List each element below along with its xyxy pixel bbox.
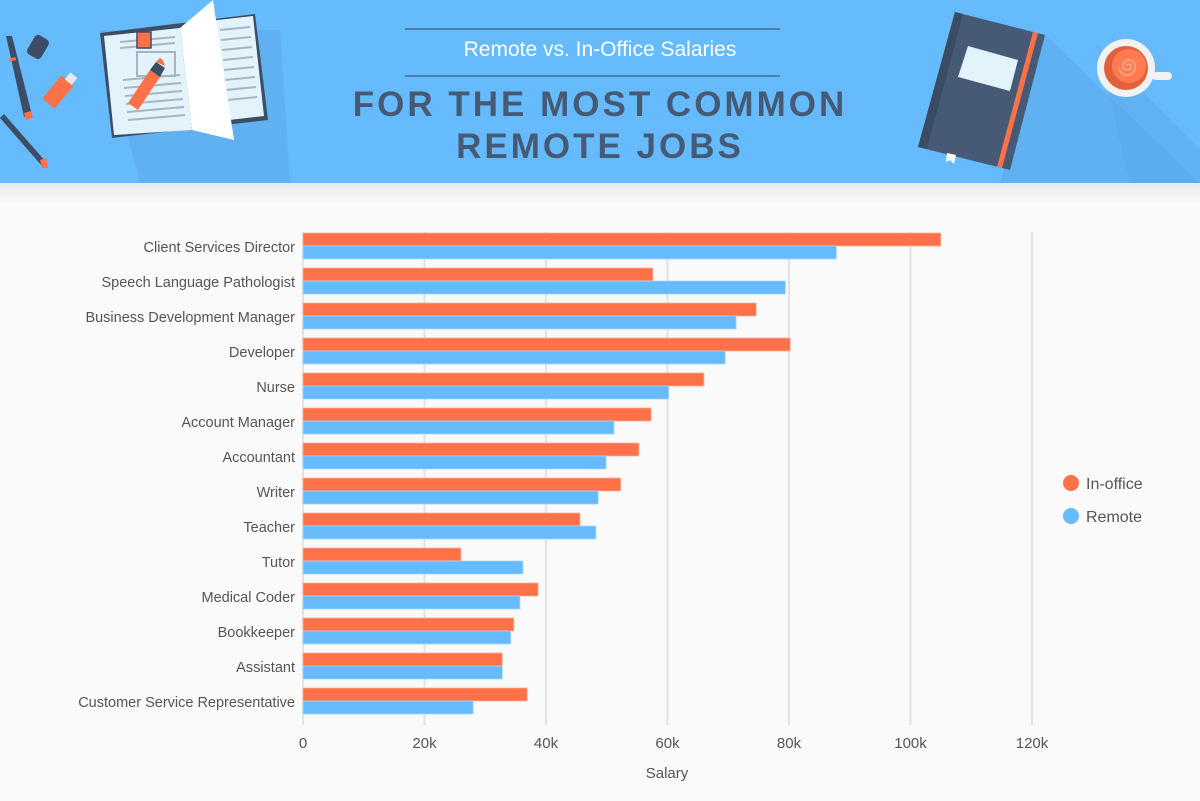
remote-bar — [302, 560, 524, 575]
x-tick-label: 20k — [412, 735, 437, 752]
category-label: Assistant — [236, 660, 295, 676]
chart-title: FOR THE MOST COMMON REMOTE JOBS — [300, 84, 900, 168]
header-shadow — [0, 183, 1200, 205]
legend: In-office Remote — [1063, 475, 1143, 526]
remote-bar — [302, 630, 512, 645]
in-office-bar — [302, 302, 757, 317]
category-label: Customer Service Representative — [78, 695, 295, 711]
remote-bar — [302, 700, 474, 715]
in-office-bar — [302, 547, 462, 562]
remote-bar — [302, 490, 599, 505]
category-label: Speech Language Pathologist — [102, 275, 296, 291]
category-label: Accountant — [222, 450, 295, 466]
desk-items-right — [918, 12, 1200, 183]
remote-bar — [302, 420, 615, 435]
title-rule-top — [405, 28, 780, 30]
remote-bar — [302, 350, 726, 365]
x-tick-label: 40k — [534, 735, 559, 752]
remote-bar — [302, 595, 521, 610]
category-label: Account Manager — [181, 415, 295, 431]
bars — [302, 232, 942, 715]
x-tick-label: 60k — [655, 735, 680, 752]
remote-bar — [302, 280, 786, 295]
in-office-bar — [302, 442, 640, 457]
category-label: Business Development Manager — [85, 310, 295, 326]
pen-cap-icon — [27, 34, 49, 60]
chart-subtitle: Remote vs. In-Office Salaries — [463, 38, 737, 61]
category-label: Bookkeeper — [218, 625, 296, 641]
title-line-1: FOR THE MOST COMMON — [352, 85, 848, 124]
category-label: Developer — [229, 345, 295, 361]
in-office-bar — [302, 232, 942, 247]
category-label: Teacher — [243, 520, 295, 536]
in-office-bar — [302, 687, 528, 702]
category-label: Client Services Director — [144, 240, 296, 256]
bar-chart: Client Services Director Speech Language … — [78, 232, 1143, 782]
open-book-icon — [100, 0, 268, 140]
remote-bar — [302, 245, 837, 260]
in-office-bar — [302, 337, 791, 352]
x-tick-label: 0 — [299, 735, 307, 752]
in-office-bar — [302, 582, 539, 597]
legend-label: Remote — [1086, 509, 1142, 526]
x-tick-label: 100k — [894, 735, 927, 752]
coffee-cup-icon — [1097, 39, 1172, 97]
category-label: Tutor — [262, 555, 295, 571]
category-labels: Client Services Director Speech Language … — [78, 240, 295, 711]
x-axis-label: Salary — [646, 765, 689, 782]
title-line-2: REMOTE JOBS — [456, 127, 744, 166]
usb-drive-icon — [43, 72, 78, 108]
category-label: Medical Coder — [202, 590, 296, 606]
pencil-icon — [0, 114, 48, 168]
legend-label: In-office — [1086, 476, 1143, 493]
x-tick-label: 80k — [777, 735, 802, 752]
remote-bar — [302, 665, 503, 680]
x-tick-label: 120k — [1016, 735, 1049, 752]
category-label: Writer — [257, 485, 296, 501]
remote-bar — [302, 385, 670, 400]
desk-items-left — [0, 0, 290, 183]
in-office-bar — [302, 267, 654, 282]
in-office-bar — [302, 407, 652, 422]
in-office-bar — [302, 372, 705, 387]
title-rule-bottom — [405, 75, 780, 77]
remote-legend-swatch — [1063, 508, 1079, 524]
category-label: Nurse — [256, 380, 295, 396]
in-office-bar — [302, 652, 503, 667]
remote-bar — [302, 315, 737, 330]
x-tick-labels: 0 20k 40k 60k 80k 100k 120k — [299, 735, 1049, 752]
in-office-bar — [302, 512, 581, 527]
remote-bar — [302, 455, 607, 470]
in-office-bar — [302, 477, 622, 492]
remote-bar — [302, 525, 597, 540]
in-office-legend-swatch — [1063, 475, 1079, 491]
in-office-bar — [302, 617, 515, 632]
header-banner: Remote vs. In-Office Salaries FOR THE MO… — [0, 0, 1200, 183]
